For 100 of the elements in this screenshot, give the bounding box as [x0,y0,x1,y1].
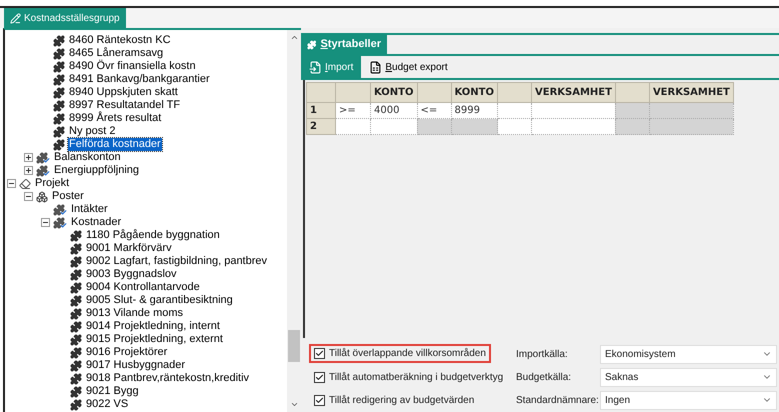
tree-item[interactable]: Projekt [34,177,70,190]
puzzle-icon [70,308,82,320]
table-cell[interactable]: 4000 [370,102,417,118]
dropdown[interactable]: Ingen [600,390,777,410]
toolbar-button[interactable]: Budget export [361,56,456,78]
field-label: Standardnämnare: [516,394,600,408]
tab-label: Kostnadsställesgrupp [24,12,120,26]
puzzle-icon [70,360,82,372]
tree-item[interactable]: 8465 Låneramsavg [68,47,164,60]
column-header: VERKSAMHET [532,82,616,102]
column-header [615,82,650,102]
tree-item[interactable]: 8491 Bankavg/bankgarantier [68,73,211,86]
option-checkbox[interactable]: Tillåt överlappande villkorsområden [309,344,491,363]
tree-item[interactable]: Kostnader [70,216,122,229]
puzzle-icon [70,334,82,346]
puzzle-icon [70,320,82,332]
window-tab[interactable]: Kostnadsställesgrupp [4,8,126,28]
puzzle-icon [70,256,82,268]
tree-item[interactable]: 9018 Pantbrev,räntekostn,kreditiv [85,372,250,385]
tree-item[interactable]: 9003 Byggnadslov [85,268,178,281]
tree-item[interactable]: Intäkter [70,203,109,216]
puzzle-icon [70,398,82,410]
tree-item[interactable]: 9001 Markförvärv [85,242,173,255]
tree-item[interactable]: 9016 Projektörer [85,346,168,359]
eraser-icon [19,178,31,190]
row-number: 2 [306,118,336,134]
tree-item[interactable]: 8940 Uppskjuten skatt [68,86,179,99]
table-cell[interactable]: <= [417,102,451,118]
tree-item[interactable]: 9005 Slut- & garantibesiktning [85,294,234,307]
scrollbar-thumb[interactable] [288,330,300,362]
dropdown[interactable]: Saknas [600,368,777,386]
tree-item[interactable]: Energiuppföljning [53,164,140,177]
column-header [336,82,370,102]
scroll-down-icon[interactable] [290,400,298,409]
table-cell[interactable]: >= [336,102,370,118]
tree-item[interactable]: Balanskonton [53,151,122,164]
collapse-toggle[interactable] [41,218,50,227]
puzzle-check-icon [53,216,67,228]
tree-item[interactable]: 9015 Projektledning, externt [85,333,224,346]
collapse-toggle[interactable] [7,179,16,188]
puzzle-icon [307,38,316,50]
puzzle-icon [70,294,82,306]
puzzle-icon [53,74,65,86]
table-cell[interactable] [532,118,616,134]
puzzle-icon [70,346,82,358]
column-header: KONTO [451,82,498,102]
puzzle-icon [70,372,82,384]
option-checkbox[interactable]: Tillåt redigering av budgetvärden [309,391,480,410]
table-cell[interactable] [336,118,370,134]
puzzle-icon [53,100,65,112]
puzzle-icon [70,386,82,398]
puzzle-icon [70,242,82,254]
tree-item[interactable]: 1180 Pågående byggnation [85,229,221,242]
puzzle-icon [53,86,65,98]
spreadsheet-icon [369,60,382,74]
puzzle-check-icon [53,204,67,216]
tree-item[interactable]: 9017 Husbyggnader [85,359,186,372]
puzzle-icon [53,126,65,138]
tree-item[interactable]: 8490 Övr finansiella kostn [68,60,197,73]
puzzle-icon [53,60,65,72]
check-icon [315,372,324,382]
tree-item[interactable]: 9002 Lagfart, fastigbildning, pantbrev [85,255,268,268]
table-cell[interactable]: 8999 [451,102,498,118]
column-header [417,82,451,102]
tree-item[interactable]: 9013 Vilande moms [85,307,184,320]
tree-item[interactable]: Poster [51,190,85,203]
import-icon [309,60,322,74]
corner-header [306,82,336,102]
puzzle-icon [53,112,65,124]
puzzle-icon [70,268,82,280]
table-cell[interactable] [532,102,616,118]
check-icon [315,396,324,405]
table-cell[interactable] [498,102,532,118]
tree-item[interactable]: 8460 Räntekostn KC [68,34,172,47]
option-checkbox[interactable]: Tillåt automatberäkning i budgetverktyg [309,368,508,386]
column-header [498,82,532,102]
expand-toggle[interactable] [24,153,33,162]
table-cell[interactable] [498,118,532,134]
puzzle-icon [53,48,65,60]
table-cell[interactable] [370,118,417,134]
toolbar-button[interactable]: Import [301,56,362,78]
puzzle-icon [53,34,65,46]
scroll-up-icon[interactable] [290,33,298,42]
panel-tab[interactable]: Styrtabeller [301,35,387,54]
tree-item[interactable]: Ny post 2 [68,125,116,138]
scrollbar[interactable] [287,30,301,412]
puzzle-check-icon [36,164,50,176]
collapse-toggle[interactable] [24,192,33,201]
check-icon [315,349,324,358]
dropdown[interactable]: Ekonomisystem [600,344,777,364]
row-number: 1 [306,102,336,118]
tree-item[interactable]: 8997 Resultatandel TF [68,99,182,112]
column-header: KONTO [370,82,417,102]
expand-toggle[interactable] [24,166,33,175]
tree-item[interactable]: Felförda kostnader [68,138,162,151]
tree-item[interactable]: 9014 Projektledning, internt [85,320,221,333]
tree-item[interactable]: 8999 Årets resultat [68,112,162,125]
tree-item[interactable]: 9004 Kontrollantarvode [85,281,201,294]
tree-item[interactable]: 9022 VS [85,398,130,411]
tree-item[interactable]: 9021 Bygg [85,385,140,398]
